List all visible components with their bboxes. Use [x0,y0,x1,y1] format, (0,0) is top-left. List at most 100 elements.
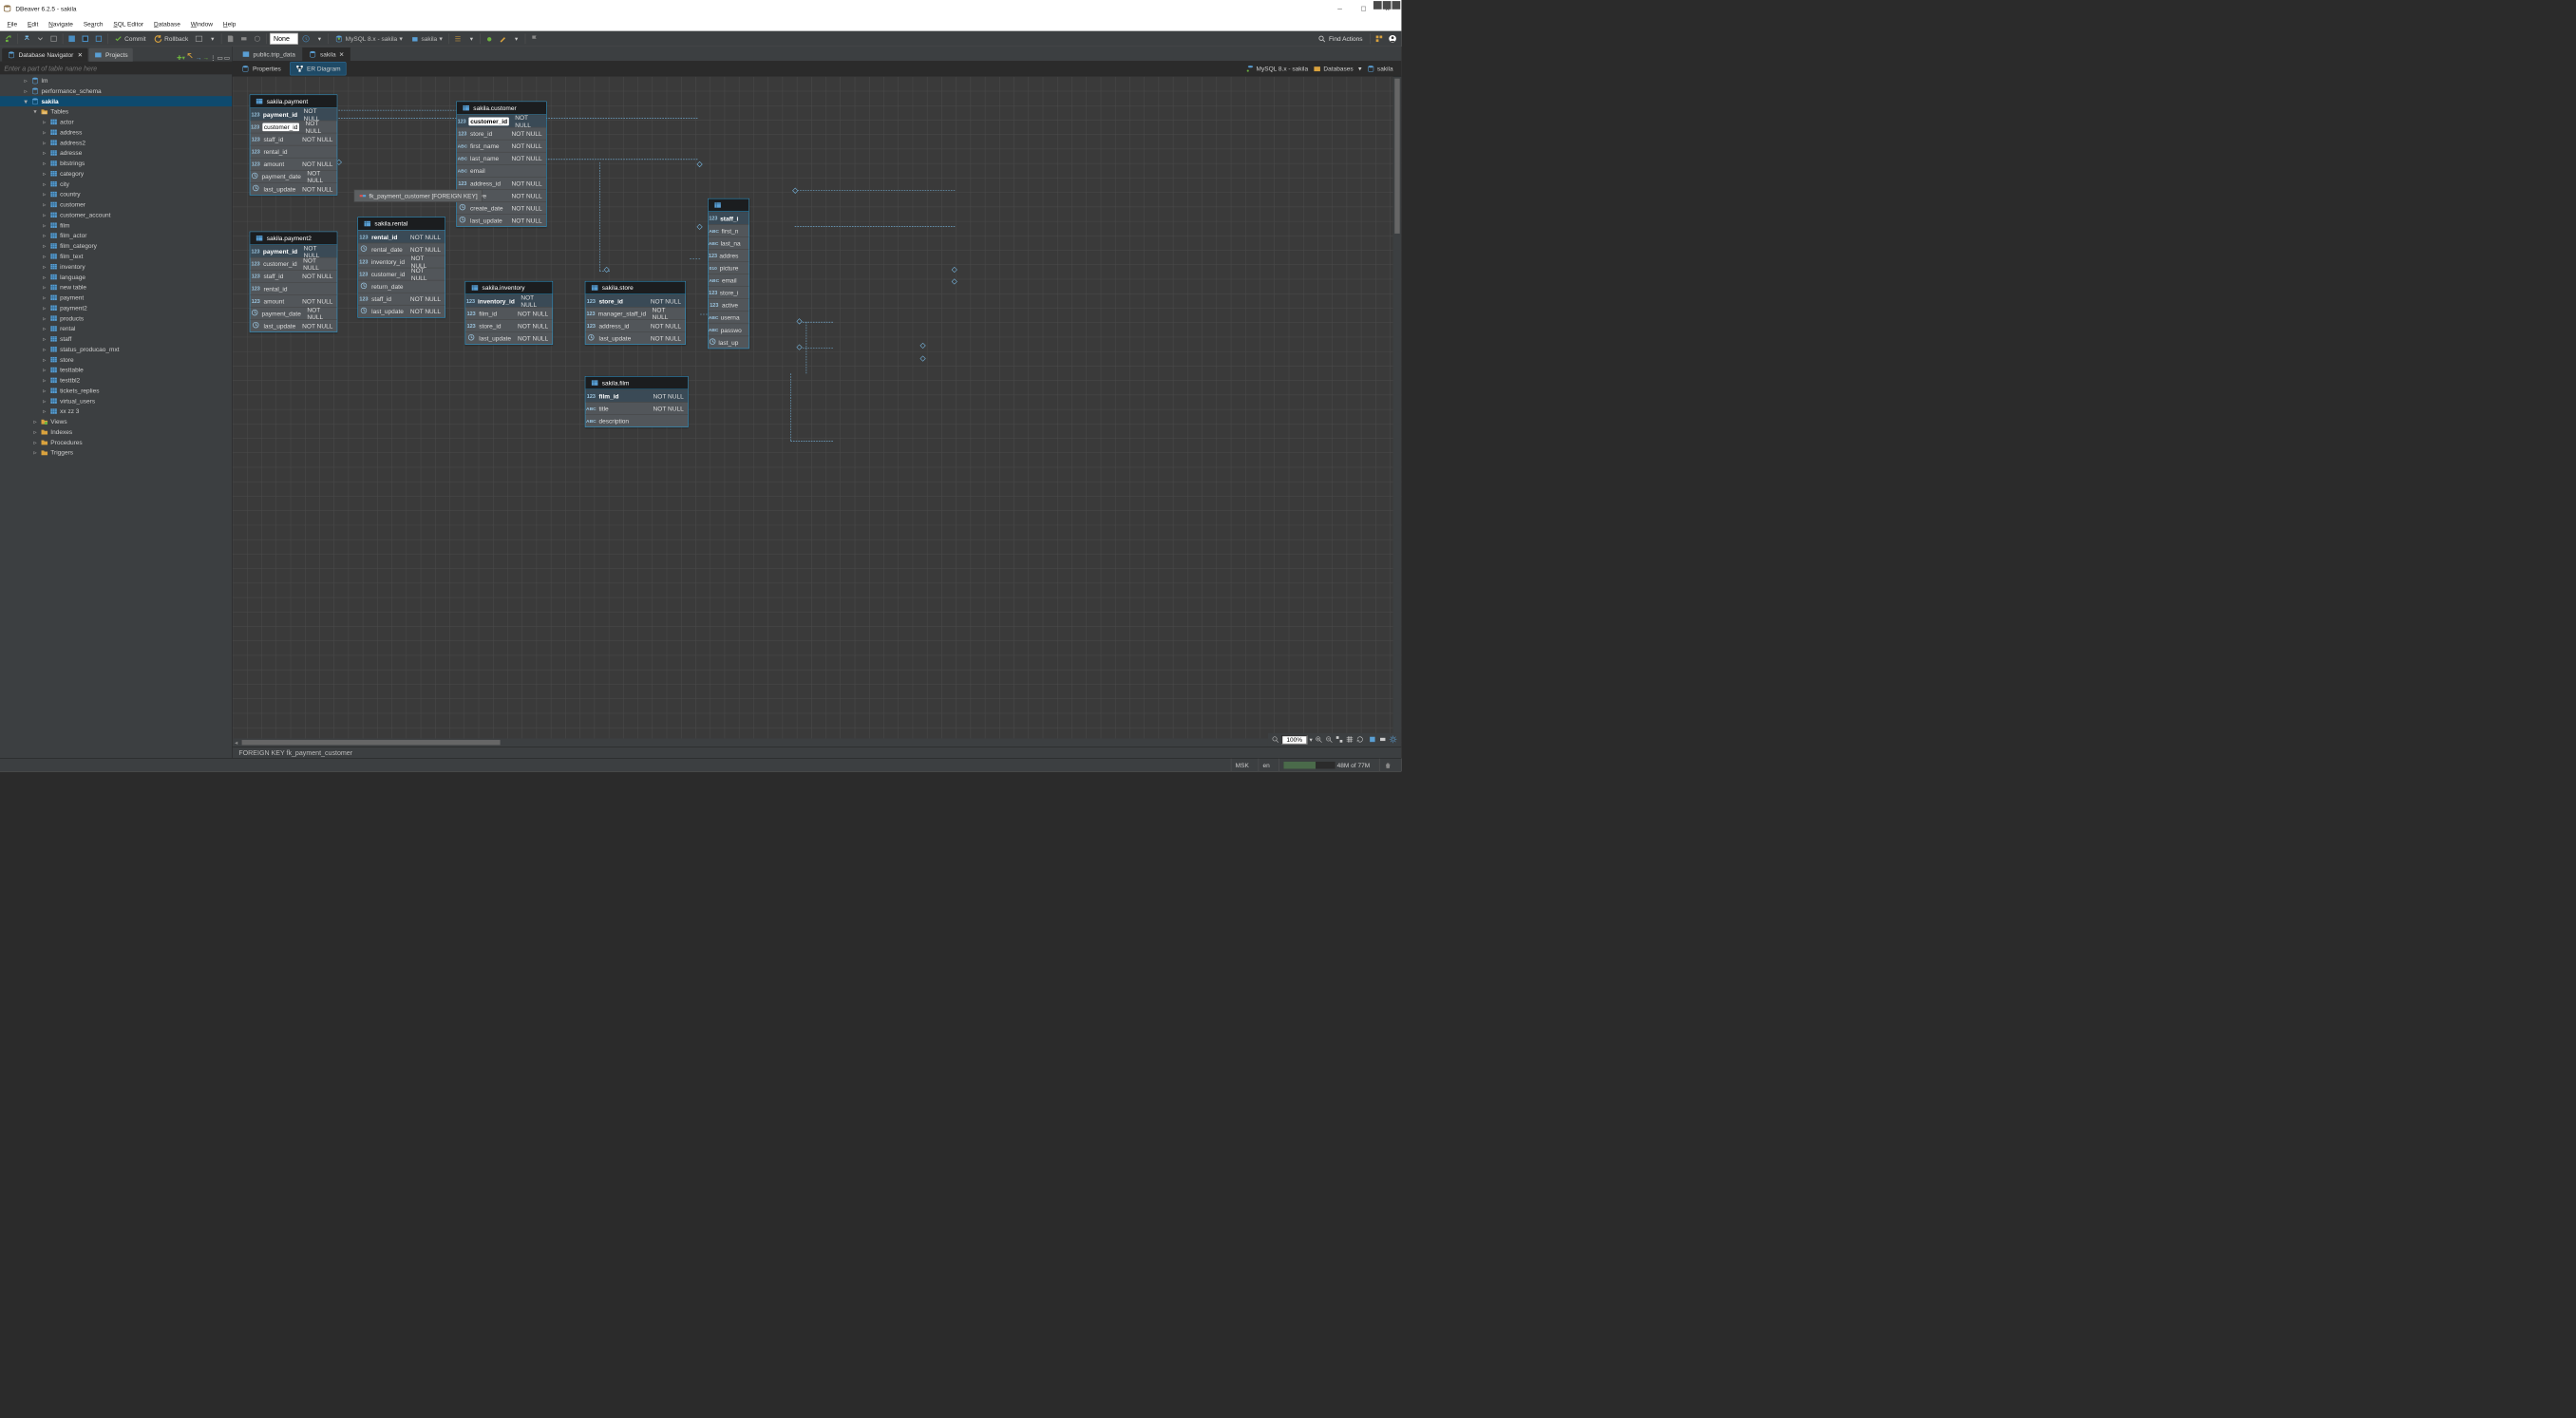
nav-max-icon[interactable]: ▭ [224,54,230,62]
menu-database[interactable]: Database [150,20,185,29]
entity-rental[interactable]: sakila.rental123rental_idNOT NULLrental_… [357,217,445,317]
tree-row[interactable]: ▹store [0,354,232,365]
menu-search[interactable]: Search [79,20,106,29]
editor-tab-trip-data[interactable]: public.trip_data [236,47,301,61]
entity-column[interactable]: ABCdescription [585,414,688,426]
status-lang[interactable]: en [1259,759,1275,772]
entity-column[interactable]: 123inventory_idNOT NULL [358,255,445,268]
menu-edit[interactable]: Edit [24,20,43,29]
navigator-search[interactable] [0,62,232,74]
nav-new-icon[interactable]: ✚▾ [177,54,185,62]
status-gc-icon[interactable] [1379,759,1396,772]
history-icon[interactable] [300,33,312,45]
crumb-sakila[interactable]: sakila [1367,65,1393,73]
entity-column[interactable]: 123film_idNOT NULL [465,307,552,319]
tree-row[interactable]: ▹customer_account [0,210,232,220]
tree-row[interactable]: ▹inventory [0,261,232,272]
entity-staff[interactable]: 123staff_iABCfirst_nABClast_na123addres0… [708,199,749,349]
flag-icon[interactable] [529,33,540,45]
entity-column[interactable]: 123store_idNOT NULL [585,294,685,307]
entity-header[interactable]: sakila.rental [358,217,445,231]
export-icon[interactable] [1369,735,1377,745]
entity-customer[interactable]: sakila.customer123customer_idNOT NULL123… [456,102,546,227]
tree-row[interactable]: ▹Procedures [0,437,232,447]
vertical-scrollbar[interactable] [1393,77,1402,739]
commit-button[interactable]: Commit [111,33,149,45]
tree-row[interactable]: ▹payment2 [0,303,232,313]
entity-column[interactable]: ABCemail [709,274,748,286]
entity-column[interactable]: 123customer_idNOT NULL [250,257,336,270]
tree-row[interactable]: ▹payment [0,293,232,303]
grid-icon[interactable] [1346,735,1354,745]
entity-column[interactable]: 123staff_idNOT NULL [250,270,336,282]
entity-payment2[interactable]: sakila.payment2123payment_idNOT NULL123c… [250,232,337,332]
layout-icon[interactable] [1335,735,1344,745]
tree-row[interactable]: ▹testtbl2 [0,375,232,386]
entity-header[interactable]: sakila.payment2 [250,232,336,245]
projects-tab[interactable]: Projects [89,48,133,62]
tree-row[interactable]: ▹adresse [0,148,232,159]
nav-undo-icon[interactable] [186,51,195,61]
tree-row[interactable]: ▹country [0,189,232,199]
entity-column[interactable]: last_updateNOT NULL [465,331,552,344]
properties-tab[interactable]: Properties [236,62,287,75]
tree-row[interactable]: ▹products [0,313,232,324]
entity-column[interactable]: 123rental_id [250,282,336,294]
entity-column[interactable]: last_updateNOT NULL [250,319,336,331]
entity-column[interactable]: 123active [709,298,748,311]
reconnect-icon[interactable] [48,33,60,45]
connection-selector[interactable]: MySQL 8.x - sakila ▾ [331,34,406,43]
tree-row[interactable]: ▹city [0,179,232,189]
horizontal-scrollbar[interactable]: ◂ [233,738,1402,747]
entity-column[interactable]: ABCuserna [709,311,748,323]
disconnect-icon[interactable] [34,33,46,45]
entity-column[interactable]: 123customer_idNOT NULL [250,121,336,133]
menu-help[interactable]: Help [219,20,240,29]
entity-column[interactable]: ABCpasswo [709,324,748,336]
entity-column[interactable]: return_date [358,280,445,293]
entity-column[interactable]: ABCfirst_n [709,224,748,236]
perspective-icon[interactable] [1373,33,1385,45]
nav-menu-icon[interactable]: ⋮ [210,54,217,62]
entity-column[interactable]: 123store_i [709,286,748,298]
tree-row[interactable]: ▹Views [0,416,232,426]
entity-film[interactable]: sakila.film123film_idNOT NULLABCtitleNOT… [585,376,689,427]
entity-column[interactable]: 123payment_idNOT NULL [250,108,336,121]
entity-header[interactable] [709,199,748,212]
entity-column[interactable]: 123address_idNOT NULL [585,319,685,331]
navigator-tree[interactable]: ▹lm▹performance_schema▾sakila▾Tables▹act… [0,74,232,758]
tree-row[interactable]: ▹actor [0,117,232,127]
entity-column[interactable]: 123film_idNOT NULL [585,389,688,402]
entity-column[interactable]: 123rental_idNOT NULL [358,231,445,243]
entity-column[interactable]: ABClast_nameNOT NULL [457,152,546,164]
nav-forward-icon[interactable]: → [196,54,202,62]
menu-file[interactable]: File [3,20,21,29]
entity-column[interactable]: 123staff_idNOT NULL [250,133,336,145]
entity-column[interactable]: ABCfirst_nameNOT NULL [457,140,546,152]
close-icon[interactable]: ✕ [339,50,344,58]
tree-row[interactable]: ▹address2 [0,138,232,148]
entity-column[interactable]: payment_dateNOT NULL [250,170,336,182]
pencil-icon[interactable] [498,33,509,45]
tree-row[interactable]: ▹performance_schema [0,85,232,96]
tree-row[interactable]: ▹rental [0,324,232,334]
entity-column[interactable]: 123staff_i [709,212,748,224]
tree-row[interactable]: ▹xx zz 3 [0,406,232,417]
tree-row[interactable]: ▹lm [0,75,232,85]
tree-row[interactable]: ▹address [0,127,232,138]
entity-inventory[interactable]: sakila.inventory123inventory_idNOT NULL1… [465,281,553,345]
status-heap[interactable]: 48M of 77M [1279,759,1374,772]
menu-navigate[interactable]: Navigate [45,20,77,29]
entity-column[interactable]: last_up [709,336,748,349]
minimize-button[interactable]: ─ [1328,1,1352,16]
avatar-icon[interactable] [1387,33,1398,45]
isolation-combo[interactable]: None [270,33,298,45]
tree-row[interactable]: ▹Triggers [0,447,232,458]
tree-row[interactable]: ▹status_producao_mxt [0,344,232,354]
tree-row[interactable]: ▹bitstrings [0,158,232,168]
entity-column[interactable]: 123address_idNOT NULL [457,177,546,189]
transaction-log-icon[interactable] [194,33,205,45]
close-icon[interactable]: ✕ [78,51,83,59]
list-icon[interactable] [452,33,464,45]
print-icon[interactable] [238,33,250,45]
